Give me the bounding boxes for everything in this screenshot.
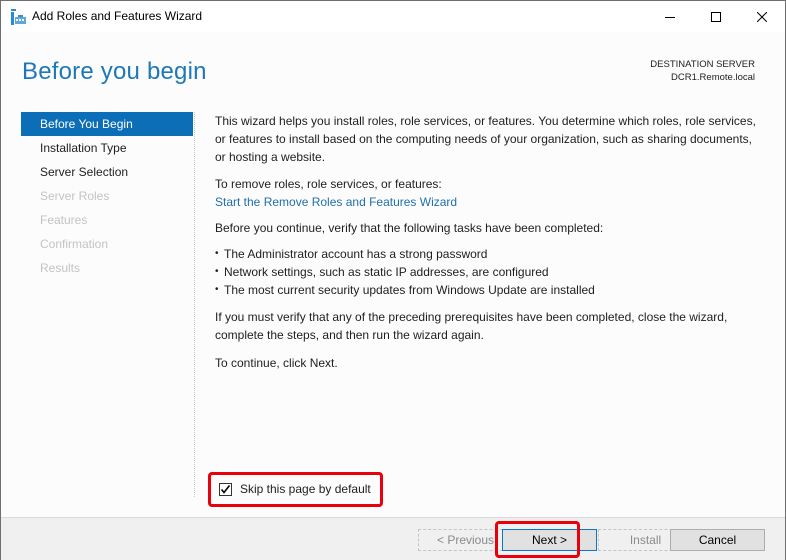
window-title: Add Roles and Features Wizard (32, 9, 203, 23)
maximize-button[interactable] (693, 1, 739, 32)
destination-server-label: DESTINATION SERVER (650, 59, 755, 70)
list-item: Network settings, such as static IP addr… (215, 263, 595, 281)
skip-page-highlight: Skip this page by default (208, 472, 383, 507)
page-title: Before you begin (22, 58, 207, 85)
intro-text: This wizard helps you install roles, rol… (215, 114, 756, 164)
nav-item-confirmation: Confirmation (40, 237, 109, 251)
close-icon (757, 11, 767, 22)
verify-note: If you must verify that any of the prece… (215, 310, 728, 342)
wizard-window: Add Roles and Features Wizard Before you… (0, 0, 786, 560)
nav-item-before-you-begin[interactable]: Before You Begin (21, 112, 193, 136)
nav-item-installation-type[interactable]: Installation Type (21, 136, 193, 160)
nav-item-features: Features (40, 213, 88, 227)
minimize-icon (665, 16, 675, 18)
maximize-icon (711, 11, 721, 22)
minimize-button[interactable] (647, 1, 693, 32)
wizard-steps-nav: Before You Begin Installation Type Serve… (21, 112, 193, 280)
list-item: The most current security updates from W… (215, 281, 595, 299)
server-manager-icon (11, 9, 27, 25)
skip-page-checkbox[interactable] (219, 483, 232, 496)
nav-item-server-selection[interactable]: Server Selection (21, 160, 193, 184)
sidebar-divider (194, 112, 195, 497)
skip-page-label[interactable]: Skip this page by default (240, 482, 371, 496)
list-item: The Administrator account has a strong p… (215, 245, 595, 263)
cancel-button[interactable]: Cancel (670, 529, 765, 551)
nav-item-server-roles: Server Roles (40, 189, 110, 203)
checkmark-icon (220, 485, 231, 494)
close-button[interactable] (739, 1, 785, 32)
button-bar: < Previous Next > Install Cancel (1, 517, 785, 560)
previous-button: < Previous (418, 529, 513, 551)
prerequisite-list: The Administrator account has a strong p… (215, 245, 595, 299)
before-continue-text: Before you continue, verify that the fol… (215, 221, 604, 235)
remove-label: To remove roles, role services, or featu… (215, 177, 442, 191)
nav-item-results: Results (40, 261, 81, 275)
remove-roles-wizard-link[interactable]: Start the Remove Roles and Features Wiza… (215, 193, 457, 211)
title-bar: Add Roles and Features Wizard (1, 1, 785, 32)
destination-server-name: DCR1.Remote.local (671, 72, 755, 83)
to-continue-text: To continue, click Next. (215, 356, 338, 370)
destination-server-info: DESTINATION SERVER DCR1.Remote.local (650, 58, 755, 84)
next-button[interactable]: Next > (502, 529, 597, 551)
